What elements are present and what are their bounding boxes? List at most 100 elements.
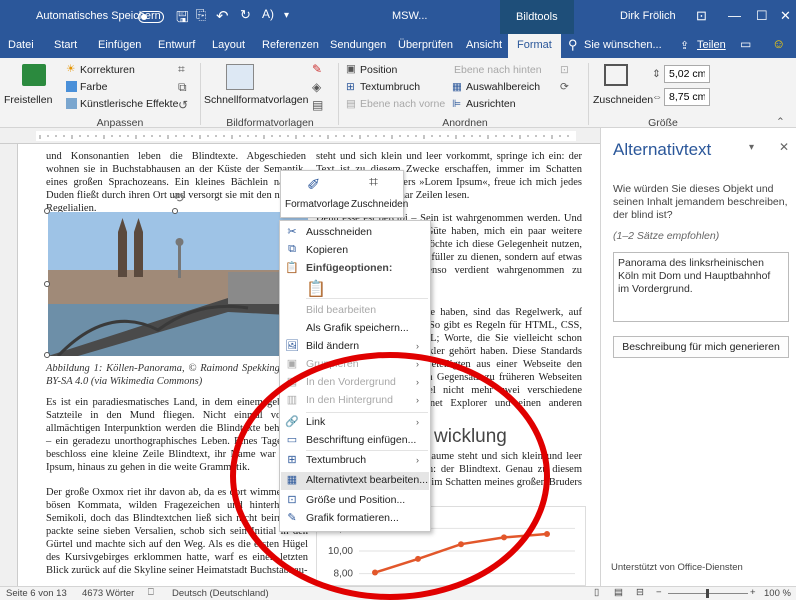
- autosave-toggle[interactable]: [138, 11, 164, 23]
- picture-effects-icon[interactable]: ◈: [312, 80, 321, 94]
- user-name[interactable]: Dirk Frölich: [620, 10, 676, 22]
- undo-icon[interactable]: ↶: [216, 7, 229, 25]
- page-count[interactable]: Seite 6 von 13: [6, 588, 67, 599]
- tab-start[interactable]: Start: [54, 39, 77, 51]
- language[interactable]: Deutsch (Deutschland): [172, 588, 269, 599]
- proofing-icon[interactable]: ⎕: [148, 587, 154, 598]
- tab-datei[interactable]: Datei: [8, 39, 34, 51]
- ribbon: Freistellen ☀ Korrekturen Farbe Künstler…: [0, 58, 796, 129]
- share-icon[interactable]: ⇪: [680, 39, 689, 52]
- menu-item-als-grafik-speichern[interactable]: Als Grafik speichern...: [306, 322, 409, 334]
- tab-entwurf[interactable]: Entwurf: [158, 39, 195, 51]
- bring-forward-icon: ▤: [286, 376, 298, 388]
- tab-sendungen[interactable]: Sendungen: [330, 39, 386, 51]
- tab-ueberpruefen[interactable]: Überprüfen: [398, 39, 453, 51]
- zuschneiden-mini-button[interactable]: Zuschneiden: [351, 199, 408, 210]
- position-button[interactable]: Position: [360, 64, 397, 76]
- save-icon[interactable]: 🖫: [176, 7, 189, 32]
- ausrichten-button[interactable]: Ausrichten: [466, 98, 516, 110]
- menu-item-bild-bearbeiten[interactable]: Bild bearbeiten: [306, 304, 376, 316]
- smiley-icon[interactable]: ☺: [772, 36, 785, 51]
- freistellen-button[interactable]: Freistellen: [4, 94, 52, 106]
- word-count[interactable]: 4673 Wörter: [82, 588, 134, 599]
- cologne-panorama-image[interactable]: [48, 212, 308, 356]
- redo-icon[interactable]: ↻: [240, 7, 251, 23]
- alt-text-field[interactable]: Panorama des linksrheinischen Köln mit D…: [613, 252, 789, 322]
- menu-item-ausschneiden[interactable]: Ausschneiden: [306, 226, 372, 238]
- tab-layout[interactable]: Layout: [212, 39, 245, 51]
- close-button[interactable]: ✕: [780, 8, 791, 24]
- submenu-chevron-icon: ›: [416, 341, 419, 351]
- ebene-nach-vorne-button[interactable]: Ebene nach vorne: [360, 98, 445, 110]
- pane-close-icon[interactable]: ✕: [779, 140, 789, 154]
- tab-einfuegen[interactable]: Einfügen: [98, 39, 141, 51]
- share-button[interactable]: Teilen: [697, 39, 726, 51]
- rotate-icon[interactable]: ⟳: [560, 81, 569, 93]
- resize-handle[interactable]: [44, 281, 50, 287]
- formatvorlage-button[interactable]: Formatvorlage: [285, 199, 349, 210]
- reset-picture-icon[interactable]: ↺: [178, 98, 188, 112]
- customize-qat-icon[interactable]: ▾: [284, 10, 289, 21]
- textumbruch-button[interactable]: Textumbruch: [360, 81, 420, 93]
- zoom-level[interactable]: 100 %: [764, 588, 791, 599]
- menu-item-in-den-vordergrund[interactable]: In den Vordergrund: [306, 376, 396, 388]
- generate-description-button[interactable]: Beschreibung für mich generieren: [613, 336, 789, 358]
- menu-item-größe-und-position[interactable]: Größe und Position...: [306, 494, 405, 506]
- read-aloud-icon[interactable]: A): [262, 7, 274, 21]
- ribbon-display-icon[interactable]: ⊡: [696, 8, 707, 24]
- tab-ansicht[interactable]: Ansicht: [466, 39, 502, 51]
- minimize-button[interactable]: —: [728, 8, 741, 23]
- menu-item-alternativtext-bearbeiten[interactable]: Alternativtext bearbeiten...: [306, 474, 428, 486]
- menu-item-beschriftung-einfügen[interactable]: Beschriftung einfügen...: [306, 434, 416, 446]
- web-layout-icon[interactable]: ⊟: [636, 587, 644, 598]
- schnellformatvorlagen-button[interactable]: Schnellformatvorlagen: [204, 94, 308, 106]
- pane-options-icon[interactable]: ▾: [749, 142, 754, 153]
- zoom-out-icon[interactable]: −: [656, 587, 662, 598]
- read-mode-icon[interactable]: ▯: [594, 587, 599, 598]
- menu-item-grafik-formatieren[interactable]: Grafik formatieren...: [306, 512, 399, 524]
- menu-item-textumbruch[interactable]: Textumbruch: [306, 454, 366, 466]
- menu-item-in-den-hintergrund[interactable]: In den Hintergrund: [306, 394, 393, 406]
- pane-title: Alternativtext: [613, 140, 712, 159]
- farbe-button[interactable]: Farbe: [80, 81, 107, 93]
- zoom-in-icon[interactable]: +: [750, 587, 756, 598]
- change-picture-ribbon-icon[interactable]: ⧉: [178, 80, 187, 95]
- tell-me-input[interactable]: Sie wünschen...: [584, 39, 662, 51]
- maximize-button[interactable]: ☐: [756, 8, 768, 24]
- menu-item-kopieren[interactable]: Kopieren: [306, 244, 348, 256]
- ruler-ticks: [36, 131, 576, 141]
- resize-handle[interactable]: [44, 208, 50, 214]
- compress-pictures-icon[interactable]: ⌗: [178, 62, 185, 77]
- zoom-slider-thumb[interactable]: [706, 589, 709, 598]
- vertical-ruler[interactable]: [0, 144, 18, 586]
- zuschneiden-button[interactable]: Zuschneiden: [593, 94, 653, 106]
- kuenstlerische-effekte-button[interactable]: Künstlerische Effekte: [80, 98, 178, 110]
- style-brush-icon[interactable]: ✐: [307, 175, 320, 195]
- status-bar: Seite 6 von 13 4673 Wörter ⎕ Deutsch (De…: [0, 586, 796, 600]
- submenu-chevron-icon: ›: [416, 395, 419, 405]
- menu-item-bild-ändern[interactable]: Bild ändern: [306, 340, 359, 352]
- paste-keep-formatting-icon[interactable]: 📋: [306, 279, 326, 299]
- resize-handle[interactable]: [44, 352, 50, 358]
- touch-mode-icon[interactable]: ⎘: [196, 7, 206, 23]
- height-input[interactable]: [664, 65, 710, 83]
- rotate-handle-icon[interactable]: ⟲: [173, 190, 184, 206]
- resize-handle[interactable]: [172, 208, 178, 214]
- picture-layout-icon[interactable]: ▤: [312, 98, 323, 112]
- menu-separator: [306, 298, 428, 299]
- horizontal-ruler[interactable]: [0, 128, 600, 144]
- crop-mini-icon[interactable]: ⌗: [369, 174, 378, 192]
- print-layout-icon[interactable]: ▤: [614, 587, 623, 598]
- menu-item-link[interactable]: Link: [306, 416, 325, 428]
- collapse-ribbon-icon[interactable]: ⌃: [776, 116, 785, 128]
- tab-format[interactable]: Format: [508, 34, 561, 58]
- menu-item-gruppieren[interactable]: Gruppieren: [306, 358, 359, 370]
- picture-border-icon[interactable]: ✎: [312, 62, 322, 76]
- group-objects-icon[interactable]: ⊡: [560, 64, 569, 76]
- auswahlbereich-button[interactable]: Auswahlbereich: [466, 81, 540, 93]
- width-input[interactable]: [664, 88, 710, 106]
- ebene-nach-hinten-button[interactable]: Ebene nach hinten: [454, 64, 542, 76]
- korrekturen-button[interactable]: Korrekturen: [80, 64, 135, 76]
- tab-referenzen[interactable]: Referenzen: [262, 39, 319, 51]
- comments-icon[interactable]: ▭: [740, 37, 751, 51]
